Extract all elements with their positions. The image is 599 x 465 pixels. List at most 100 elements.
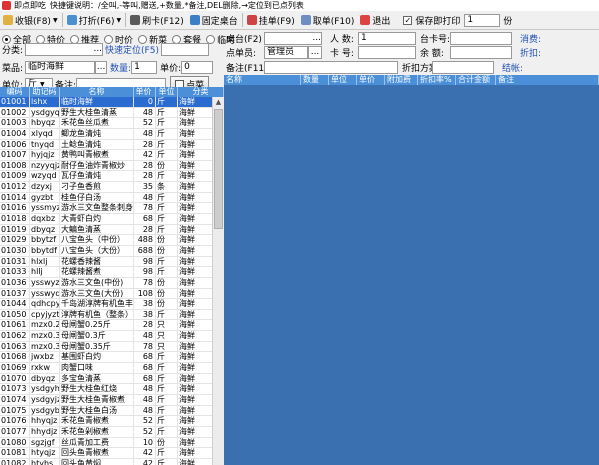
table-row[interactable]: 01061mzx0.25j母闸蟹0.25斤28只海鲜 — [0, 320, 224, 332]
checkbox-checked-icon[interactable]: ✓ — [403, 15, 413, 25]
cell-price: 48 — [134, 192, 156, 203]
order-note-field[interactable] — [264, 61, 398, 74]
table-row[interactable]: 01075 ysdgybt 野生大桂鱼白汤 48 斤海鲜 — [0, 405, 224, 417]
col-surcharge[interactable]: 附加费 — [385, 75, 418, 85]
dish-grid-scrollbar[interactable]: ▲ — [212, 97, 224, 465]
print-on-save-checkbox[interactable]: ✓ 保存即打印 1 份 — [403, 13, 512, 27]
scroll-up-icon[interactable]: ▲ — [213, 97, 224, 107]
cell-mnemonic: dbyqz — [30, 373, 60, 384]
discount-plan-field[interactable] — [432, 61, 494, 74]
table-card-field[interactable] — [450, 32, 512, 45]
cell-name: 回头鱼黄焖 — [60, 458, 134, 465]
cell-code: 01033 — [0, 267, 30, 277]
table-row[interactable]: 01073ysdgyhx野生大桂鱼红烧48斤海鲜 — [0, 384, 224, 395]
table-row[interactable]: 01003 hbyqz 禾花鱼丝瓜煮 52 斤海鲜 — [0, 118, 224, 129]
table-field[interactable]: ... — [264, 32, 322, 45]
table-row[interactable]: 01080 sgzjgf 丝瓜青加工费 10 份海鲜 — [0, 437, 224, 449]
table-row[interactable]: 01016yssmyzbc游水三文鱼整条刺身78斤海鲜 — [0, 203, 224, 215]
scrollbar-thumb[interactable] — [214, 109, 223, 229]
col-discount-rate[interactable]: 折扣率% — [418, 75, 456, 85]
table-row[interactable]: 01014 gyzbt 桂鱼仔白汤 48 斤海鲜 — [0, 192, 224, 204]
cell-mnemonic: lshx — [30, 97, 60, 107]
table-row[interactable]: 01074 ysdgyjz 野生大桂鱼青椒煮 48 斤海鲜 — [0, 394, 224, 406]
cell-mnemonic: hyjqjz — [30, 150, 60, 160]
dish-grid-body: 01001lshx临时海鲜0斤海鲜01002ysdgyqz野生大桂鱼清蒸48斤海… — [0, 97, 224, 465]
table-row[interactable]: 01002ysdgyqz野生大桂鱼清蒸48斤海鲜 — [0, 107, 224, 119]
table-row[interactable]: 01069 rxkw 肉蟹口味 68 斤海鲜 — [0, 363, 224, 374]
category-field[interactable]: ... — [25, 43, 104, 56]
table-row[interactable]: 01062 mzx0.3j 母闸蟹0.3斤 48 只海鲜 — [0, 331, 224, 342]
table-row[interactable]: 01018 dqxbz 大青虾白灼 68 斤海鲜 — [0, 214, 224, 225]
table-row-selected[interactable]: 01001 lshx 临时海鲜 0 斤海鲜 — [0, 97, 224, 108]
receive-button[interactable]: 收银(F8) ▼ — [0, 12, 61, 28]
col-total[interactable]: 合计金额 — [456, 75, 496, 85]
table-row[interactable]: 01007 hyjqjz 黄鸭叫青椒煮 42 斤海鲜 — [0, 150, 224, 161]
dish-browse-button[interactable]: ... — [95, 61, 108, 74]
col-price[interactable]: 单价 — [357, 75, 385, 85]
table-row[interactable]: 01008 nzyyqjz 耐仔鱼油炸青椒炒 28 份海鲜 — [0, 160, 224, 172]
member-card-button[interactable]: 刷卡(F12) — [127, 12, 187, 28]
col-unit[interactable]: 单位 — [329, 75, 357, 85]
table-row[interactable]: 01030 bbytdf 八宝鱼头（大份） 688 份海鲜 — [0, 245, 224, 257]
print-copies-field[interactable]: 1 — [464, 13, 501, 27]
table-row[interactable]: 01044qdhcpyjyf千岛湖淳牌有机鱼丰条38份海鲜 — [0, 299, 224, 310]
cell-unit: 只 — [156, 320, 178, 331]
take-order-button[interactable]: 取单(F10) — [298, 12, 358, 28]
cell-mnemonic: mzx0.3j — [31, 331, 60, 341]
table-row[interactable]: 01077 hhydjz 禾花鱼剁椒煮 52 斤海鲜 — [0, 426, 224, 438]
table-row[interactable]: 01019 dbyqz 大鳊鱼清蒸 28 斤海鲜 — [0, 224, 224, 236]
cell-price: 48 — [134, 405, 156, 416]
table-row[interactable]: 01006 tnyqd 土鲶鱼清炖 28 斤海鲜 — [0, 139, 224, 151]
cell-unit: 斤 — [156, 171, 178, 182]
table-row[interactable]: 01029 bbytzf 八宝鱼头（中份） 488 份海鲜 — [0, 235, 224, 246]
table-row[interactable]: 01031 hlxlj 花螺香辣酱 98 斤海鲜 — [0, 256, 224, 268]
dish-selection-panel: 全部 特价 推荐 时价 新菜 套餐 临时 分类: ... 快速定位(F5) 菜品… — [0, 30, 235, 465]
exit-button[interactable]: 退出 — [357, 12, 393, 28]
col-category[interactable]: 分类 — [178, 87, 224, 97]
table-row[interactable]: 01081 htyqjz 回头鱼青椒煮 42 斤海鲜 — [0, 448, 224, 459]
table-row[interactable]: 01036 ysswyzf 游水三文鱼(中份) 78 份海鲜 — [0, 277, 224, 289]
price-field[interactable]: 0 — [181, 61, 214, 74]
separator — [241, 13, 243, 27]
table-row[interactable]: 01070 dbyqz 多宝鱼清蒸 68 斤海鲜 — [0, 373, 224, 385]
discount-button[interactable]: 打折(F6) ▼ — [64, 12, 125, 28]
card-number-field[interactable] — [358, 46, 416, 59]
cell-name: 野生大桂鱼青椒煮 — [60, 394, 134, 405]
col-qty[interactable]: 数量 — [301, 75, 329, 85]
table-row[interactable]: 01033 hllj 花螺辣酱煮 98 斤海鲜 — [0, 267, 224, 278]
people-field[interactable]: 1 — [358, 32, 416, 45]
balance-field[interactable] — [450, 46, 512, 59]
cell-price: 108 — [134, 288, 156, 299]
table-row[interactable]: 01068 jwxbz 基围虾白灼 68 斤海鲜 — [0, 352, 224, 364]
table-row[interactable]: 01009 wzyqd 瓦仔鱼清炖 28 斤海鲜 — [0, 171, 224, 183]
table-row[interactable]: 01063mzx0.35j母闸蟹0.35斤78只海鲜 — [0, 341, 224, 353]
dish-field[interactable]: 临时海鲜 — [25, 61, 96, 74]
cell-unit: 斤 — [156, 458, 178, 465]
table-row[interactable]: 01012 dzyxj 刁子鱼香煎 35 条海鲜 — [0, 182, 224, 193]
hang-order-button[interactable]: 挂单(F9) — [244, 12, 298, 28]
table-row[interactable]: 01082 htyhs 回头鱼黄焖 42 斤海鲜 — [0, 458, 224, 465]
table-row[interactable]: 01004 xlyqd 鲫龙鱼清炖 48 斤海鲜 — [0, 128, 224, 140]
col-mnemonic[interactable]: 助记码 — [30, 87, 60, 97]
col-dish-name[interactable]: 名称 — [224, 75, 301, 85]
waiter-field[interactable]: 管理员 — [264, 46, 308, 59]
col-unit[interactable]: 单位 — [156, 87, 178, 97]
cell-name: 回头鱼青椒煮 — [60, 448, 134, 458]
cell-mnemonic: ysswydf — [31, 288, 60, 299]
fixed-table-button[interactable]: 固定桌台 — [187, 12, 241, 28]
table-row[interactable]: 01050 cpyjyzt 淳牌有机鱼（整条） 38 斤海鲜 — [0, 309, 224, 321]
cell-mnemonic: tnyqd — [30, 139, 60, 150]
cell-code: 01006 — [0, 139, 30, 150]
col-price[interactable]: 单价 — [134, 87, 156, 97]
table-row[interactable]: 01037ysswydf游水三文鱼(大份)108份海鲜 — [0, 288, 224, 300]
col-code[interactable]: 编码 — [0, 87, 30, 97]
quantity-field[interactable]: 1 — [131, 61, 158, 74]
cell-mnemonic: bbytdf — [30, 245, 60, 256]
col-name[interactable]: 名称 — [60, 87, 134, 97]
ordered-list-body[interactable] — [224, 85, 599, 465]
waiter-browse-button[interactable]: ... — [308, 46, 322, 59]
col-note[interactable]: 备注 — [496, 75, 599, 85]
quick-locate-input[interactable] — [160, 43, 209, 56]
cell-name: 桂鱼仔白汤 — [60, 192, 134, 203]
table-row[interactable]: 01076 hhyqjz 禾花鱼青椒煮 52 斤海鲜 — [0, 416, 224, 427]
